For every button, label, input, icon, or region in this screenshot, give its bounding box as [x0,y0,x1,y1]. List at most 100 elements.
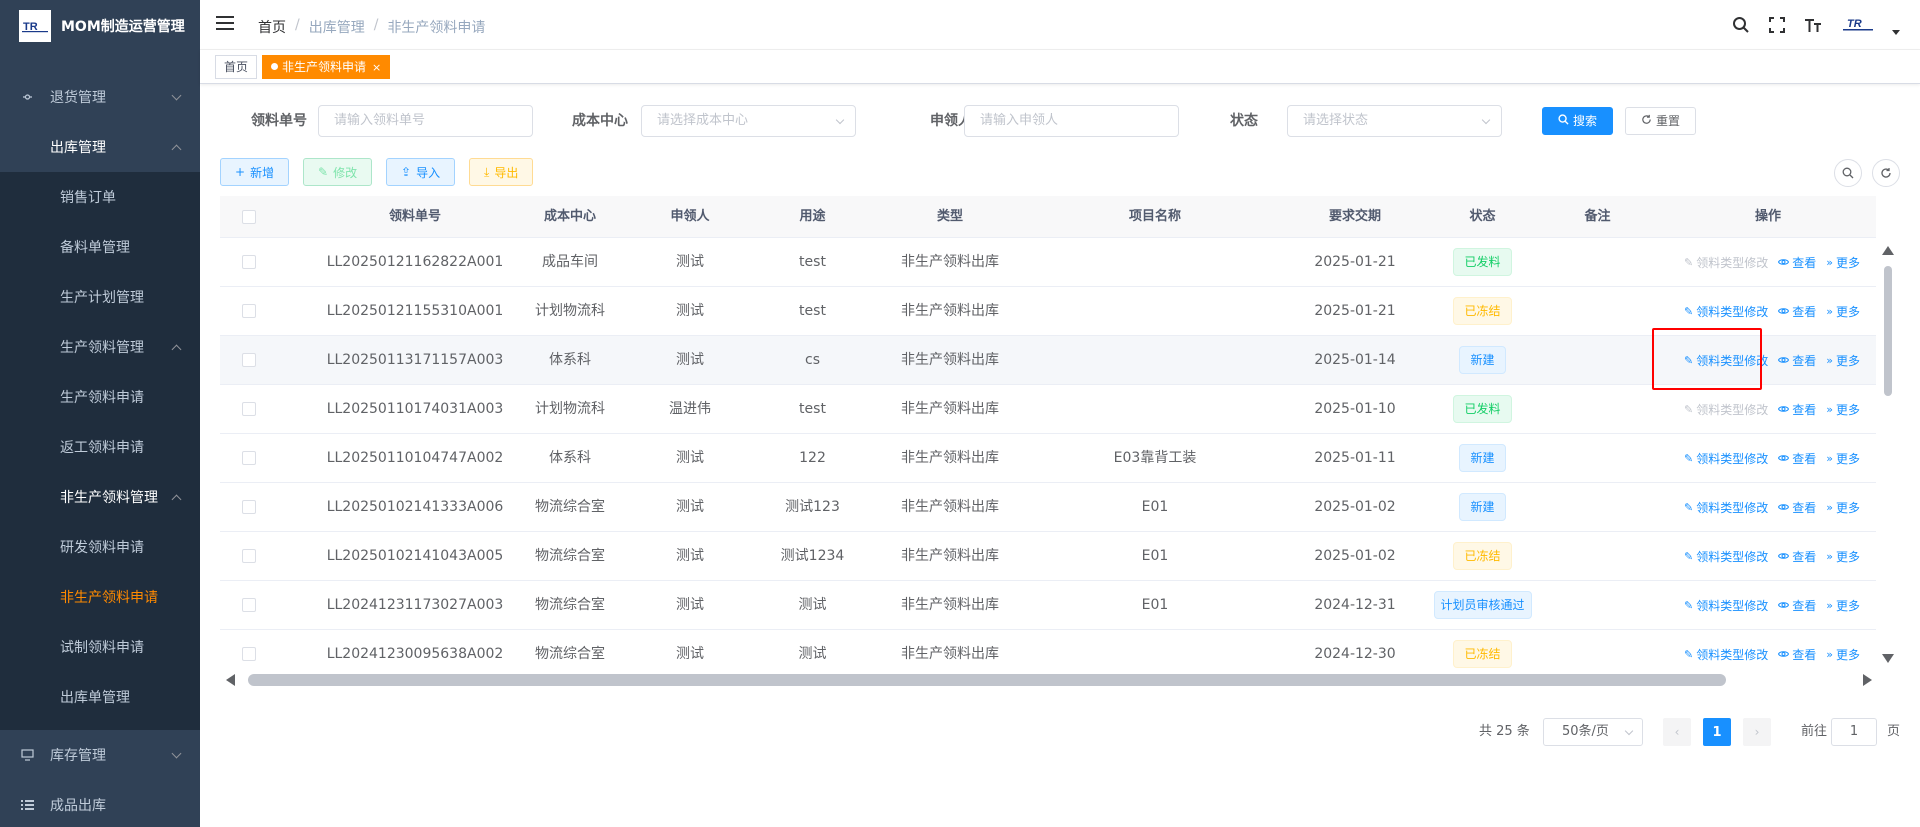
more-button[interactable]: » 更多 [1826,548,1860,565]
more-button[interactable]: » 更多 [1826,254,1860,271]
sidebar-item-13[interactable]: 库存管理 [0,730,200,780]
sidebar-item-4[interactable]: 生产计划管理 [0,272,200,322]
hamburger-icon[interactable] [216,16,234,32]
sidebar-item-9[interactable]: 研发领料申请 [0,522,200,572]
modify-type-button[interactable]: ✎ 领料类型修改 [1684,548,1768,565]
view-button[interactable]: 查看 [1778,352,1816,369]
more-button[interactable]: » 更多 [1826,597,1860,614]
view-button[interactable]: 查看 [1778,597,1816,614]
goto-page-input[interactable]: 1 [1831,718,1877,746]
sidebar-item-10[interactable]: 非生产领料申请 [0,572,200,622]
sidebar-item-14[interactable]: 成品出库 [0,780,200,827]
cell-due-date: 2025-01-10 [1314,401,1396,417]
close-icon[interactable]: × [372,61,381,74]
more-button[interactable]: » 更多 [1826,401,1860,418]
sidebar-item-0[interactable]: 退货管理 [0,72,200,122]
order-no-input[interactable]: 请输入领料单号 [318,105,533,137]
tab-non-production-request[interactable]: 非生产领料申请 × [262,55,391,79]
modify-type-button[interactable]: ✎ 领料类型修改 [1684,646,1768,663]
sidebar-item-8[interactable]: 非生产领料管理 [0,472,200,522]
user-avatar[interactable]: TR [1838,12,1878,38]
chevron-down-icon[interactable] [1892,29,1900,35]
modify-type-button[interactable]: ✎ 领料类型修改 [1684,597,1768,614]
vertical-scroll-thumb[interactable] [1884,266,1892,396]
table-row[interactable]: LL20250121162822A001 成品车间 测试 test 非生产领料出库 202… [220,238,1876,287]
modify-type-button[interactable]: ✎ 领料类型修改 [1684,450,1768,467]
view-button[interactable]: 查看 [1778,303,1816,320]
view-button[interactable]: 查看 [1778,646,1816,663]
row-checkbox[interactable] [242,353,256,367]
table-row[interactable]: LL20250102141333A006 物流综合室 测试 测试123 非生产领料出库 E… [220,483,1876,532]
modify-type-label: 领料类型修改 [1696,598,1769,613]
row-checkbox[interactable] [242,647,256,661]
more-button[interactable]: » 更多 [1826,499,1860,516]
page-size-select[interactable]: 50条/页 [1543,718,1643,746]
sidebar-item-3[interactable]: 备料单管理 [0,222,200,272]
view-button[interactable]: 查看 [1778,450,1816,467]
row-checkbox[interactable] [242,549,256,563]
more-button[interactable]: » 更多 [1826,303,1860,320]
view-button[interactable]: 查看 [1778,499,1816,516]
search-button[interactable]: 搜索 [1542,107,1614,135]
select-all-checkbox[interactable] [242,210,256,224]
horizontal-scrollbar[interactable] [220,670,1876,690]
modify-type-button[interactable]: ✎ 领料类型修改 [1684,401,1768,418]
table-row[interactable]: LL20241231173027A003 物流综合室 测试 测试 非生产领料出库 E01 2… [220,581,1876,630]
reset-button[interactable]: 重置 [1625,107,1697,135]
scroll-right-icon[interactable] [1863,674,1872,686]
col-due-date: 要求交期 [1328,209,1381,224]
row-checkbox[interactable] [242,598,256,612]
breadcrumb-outbound[interactable]: 出库管理 [309,17,365,37]
view-button[interactable]: 查看 [1778,254,1816,271]
sidebar-item-6[interactable]: 生产领料申请 [0,372,200,422]
import-button[interactable]: ⇪ 导入 [386,158,456,186]
more-button[interactable]: » 更多 [1826,352,1860,369]
more-button[interactable]: » 更多 [1826,450,1860,467]
refresh-icon[interactable] [1872,159,1900,187]
edit-button[interactable]: ✎ 修改 [303,158,373,186]
row-checkbox[interactable] [242,402,256,416]
more-label: 更多 [1835,255,1860,270]
horizontal-scroll-thumb[interactable] [248,674,1726,686]
sidebar-item-12[interactable]: 出库单管理 [0,672,200,722]
sidebar-item-5[interactable]: 生产领料管理 [0,322,200,372]
export-button[interactable]: ⤓ 导出 [469,158,534,186]
sidebar-item-2[interactable]: 销售订单 [0,172,200,222]
table-row[interactable]: LL20250113171157A003 体系科 测试 cs 非生产领料出库 2025-0… [220,336,1876,385]
table-row[interactable]: LL20250110174031A003 计划物流科 温进伟 test 非生产领料出库 2… [220,385,1876,434]
row-checkbox[interactable] [242,500,256,514]
cost-center-select[interactable]: 请选择成本中心 [641,105,856,137]
more-button[interactable]: » 更多 [1826,646,1860,663]
scroll-left-icon[interactable] [226,674,235,686]
row-checkbox[interactable] [242,304,256,318]
view-button[interactable]: 查看 [1778,401,1816,418]
table-row[interactable]: LL20250121155310A001 计划物流科 测试 test 非生产领料出库 20… [220,287,1876,336]
modify-type-button[interactable]: ✎ 领料类型修改 [1684,499,1768,516]
status-badge: 已发料 [1453,248,1512,276]
view-button[interactable]: 查看 [1778,548,1816,565]
row-checkbox[interactable] [242,451,256,465]
fullscreen-icon[interactable] [1766,14,1788,36]
table-row[interactable]: LL20250102141043A005 物流综合室 测试 测试1234 非生产领料出库… [220,532,1876,581]
font-size-icon[interactable] [1802,14,1824,36]
toggle-search-icon[interactable] [1834,159,1862,187]
status-select[interactable]: 请选择状态 [1287,105,1502,137]
modify-type-button[interactable]: ✎ 领料类型修改 [1684,303,1768,320]
next-page-button[interactable]: › [1743,718,1771,746]
prev-page-button[interactable]: ‹ [1663,718,1691,746]
modify-type-button[interactable]: ✎ 领料类型修改 [1684,254,1768,271]
sidebar-item-7[interactable]: 返工领料申请 [0,422,200,472]
scroll-up-icon[interactable] [1882,246,1894,255]
page-1-button[interactable]: 1 [1703,718,1731,746]
sidebar-item-1[interactable]: 出库管理 [0,122,200,172]
breadcrumb-home[interactable]: 首页 [258,17,286,37]
applicant-input[interactable]: 请输入申领人 [964,105,1179,137]
add-button[interactable]: + 新增 [220,158,290,186]
vertical-scrollbar[interactable] [1876,238,1900,668]
sidebar-item-11[interactable]: 试制领料申请 [0,622,200,672]
tab-home[interactable]: 首页 [215,55,258,79]
row-checkbox[interactable] [242,255,256,269]
search-icon[interactable] [1730,14,1752,36]
scroll-down-icon[interactable] [1882,654,1894,663]
table-row[interactable]: LL20250110104747A002 体系科 测试 122 非生产领料出库 E03靠背… [220,434,1876,483]
